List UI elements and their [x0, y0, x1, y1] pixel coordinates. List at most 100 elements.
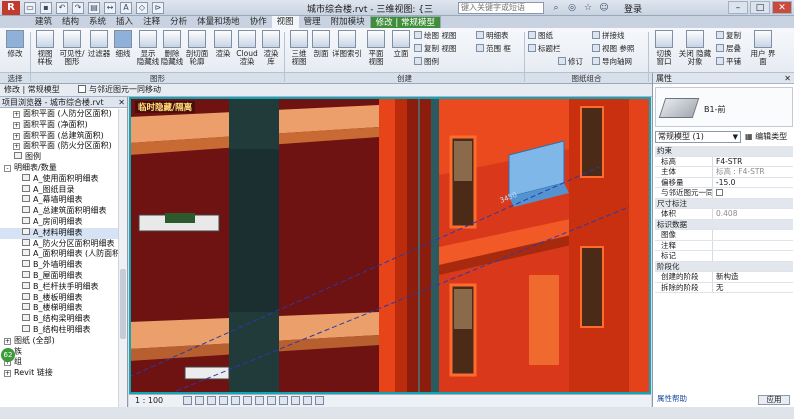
- search-input[interactable]: 键入关键字或短语: [458, 2, 544, 14]
- property-value[interactable]: 0.408: [713, 209, 793, 219]
- sheet-button[interactable]: 图纸: [528, 31, 553, 41]
- save-icon[interactable]: ▪: [40, 2, 52, 14]
- tree-item[interactable]: B_屋面明细表: [0, 270, 118, 282]
- elevation-button[interactable]: 立面: [390, 30, 412, 70]
- tree-item[interactable]: A_总建筑面积明细表: [0, 206, 118, 217]
- tab-insert[interactable]: 插入: [111, 16, 138, 28]
- property-value[interactable]: [713, 230, 793, 240]
- callout-button[interactable]: 详图索引: [332, 30, 362, 70]
- view-template-button[interactable]: 视图 样板: [34, 30, 56, 70]
- type-selector-dropdown[interactable]: 常规模型 (1) ▼: [655, 131, 741, 143]
- tab-modify-generic-model[interactable]: 修改 | 常规模型: [369, 16, 441, 28]
- tree-item[interactable]: - 明细表/数量: [0, 163, 118, 174]
- user-icon[interactable]: ☺: [598, 2, 610, 14]
- redo-icon[interactable]: ↷: [72, 2, 84, 14]
- tree-item[interactable]: A_幕墙明细表: [0, 195, 118, 206]
- analytical-icon[interactable]: [303, 396, 312, 405]
- expand-icon[interactable]: +: [13, 143, 20, 151]
- revisions-button[interactable]: 修订: [558, 57, 583, 67]
- property-group-label[interactable]: 约束: [655, 146, 672, 156]
- tree-item[interactable]: B_结构柱明细表: [0, 324, 118, 336]
- tree-item[interactable]: + 面积平面 (净面积): [0, 120, 118, 131]
- tab-manage[interactable]: 管理: [299, 16, 326, 28]
- tree-item[interactable]: A_防火分区面积明细表: [0, 238, 118, 250]
- collapse-icon[interactable]: -: [4, 164, 11, 172]
- tile-button[interactable]: 平铺: [716, 57, 741, 67]
- tree-item[interactable]: + 组: [0, 357, 118, 368]
- tree-item[interactable]: A_图纸目录: [0, 184, 118, 196]
- close-button[interactable]: ✕: [772, 1, 792, 14]
- tree-item[interactable]: + 面积平面 (防火分区面积): [0, 141, 118, 152]
- property-group-label[interactable]: 尺寸标注: [655, 199, 687, 209]
- chevron-down-icon[interactable]: ▼: [733, 132, 738, 142]
- checkbox-box[interactable]: [78, 85, 86, 93]
- panel-select-label[interactable]: 选择: [0, 72, 30, 83]
- visibility-graphics-button[interactable]: 可见性/ 图形: [58, 30, 86, 70]
- tree-item[interactable]: B_楼梯明细表: [0, 303, 118, 314]
- filters-button[interactable]: 过滤器: [86, 30, 112, 70]
- tab-massing-site[interactable]: 体量和场地: [192, 16, 245, 28]
- close-icon[interactable]: ✕: [118, 97, 125, 108]
- 3d-icon[interactable]: ◇: [136, 2, 148, 14]
- detail-level-icon[interactable]: [183, 396, 192, 405]
- shadows-icon[interactable]: [219, 396, 228, 405]
- tree-item[interactable]: 图例: [0, 152, 118, 163]
- tab-structure[interactable]: 结构: [57, 16, 84, 28]
- hide-isolate-icon[interactable]: [279, 396, 288, 405]
- tree-item[interactable]: A_材料明细表: [0, 227, 118, 239]
- modify-button[interactable]: 修改: [4, 30, 26, 70]
- property-value[interactable]: [713, 241, 793, 251]
- tree-item[interactable]: A_面积明细表 (人防面积): [0, 249, 118, 260]
- schedules-button[interactable]: 明细表: [476, 31, 509, 41]
- open-icon[interactable]: ▭: [24, 2, 36, 14]
- tab-annotate[interactable]: 注释: [138, 16, 165, 28]
- property-value[interactable]: 新构造: [713, 272, 793, 282]
- remove-hidden-lines-button[interactable]: 删除 隐藏线: [160, 30, 184, 70]
- tab-architecture[interactable]: 建筑: [30, 16, 57, 28]
- search-icon[interactable]: ⌕: [550, 2, 562, 14]
- tree-item[interactable]: B_结构梁明细表: [0, 314, 118, 325]
- app-logo[interactable]: R: [2, 1, 20, 15]
- tab-systems[interactable]: 系统: [84, 16, 111, 28]
- property-value[interactable]: 标高 : F4-STR: [713, 167, 793, 177]
- maximize-button[interactable]: □: [750, 1, 770, 14]
- highlight-icon[interactable]: [315, 396, 324, 405]
- switch-windows-button[interactable]: 切换 窗口: [652, 30, 676, 70]
- section-icon[interactable]: ⊳: [152, 2, 164, 14]
- property-group-label[interactable]: 阶段化: [655, 262, 680, 272]
- view-reference-button[interactable]: 视图 参照: [592, 44, 634, 54]
- property-checkbox[interactable]: [716, 189, 723, 196]
- star-icon[interactable]: ☆: [582, 2, 594, 14]
- measure-icon[interactable]: ↔: [104, 2, 116, 14]
- render-dialog-icon[interactable]: [231, 396, 240, 405]
- notification-badge[interactable]: 62: [1, 348, 15, 362]
- guide-grid-button[interactable]: 导向轴网: [592, 57, 632, 67]
- tree-item[interactable]: + 图纸 (全部): [0, 336, 118, 347]
- property-value[interactable]: [713, 188, 793, 198]
- cloud-render-button[interactable]: Cloud 渲染: [234, 30, 260, 70]
- scrollbar-thumb[interactable]: [120, 269, 126, 339]
- expand-icon[interactable]: +: [4, 337, 11, 345]
- close-icon[interactable]: ✕: [784, 73, 791, 84]
- expand-icon[interactable]: +: [13, 111, 20, 118]
- render-gallery-button[interactable]: 渲染 库: [260, 30, 282, 70]
- drafting-view-button[interactable]: 绘图 视图: [414, 31, 456, 41]
- tree-item[interactable]: B_楼板明细表: [0, 292, 118, 304]
- tree-item[interactable]: A_使用面积明细表: [0, 173, 118, 185]
- render-button[interactable]: 渲染: [212, 30, 234, 70]
- 3d-view-button[interactable]: 三维 视图: [288, 30, 310, 70]
- legends-button[interactable]: 图例: [414, 57, 439, 67]
- duplicate-view-button[interactable]: 复制 视图: [414, 44, 456, 54]
- cut-profile-button[interactable]: 剖切面 轮廓: [184, 30, 210, 70]
- property-value[interactable]: 无: [713, 283, 793, 293]
- apply-button[interactable]: 应用: [758, 395, 790, 405]
- close-hidden-button[interactable]: 关闭 隐藏对象: [678, 30, 712, 70]
- plan-views-button[interactable]: 平面 视图: [364, 30, 388, 70]
- sun-path-icon[interactable]: [207, 396, 216, 405]
- unlock-view-icon[interactable]: [267, 396, 276, 405]
- tree-item[interactable]: A_房间明细表: [0, 216, 118, 228]
- 3d-viewport[interactable]: 3450 临时隐藏/隔离: [129, 97, 651, 394]
- print-icon[interactable]: ▤: [88, 2, 100, 14]
- browser-scrollbar[interactable]: [118, 109, 127, 407]
- user-interface-button[interactable]: 用户 界面: [750, 30, 776, 70]
